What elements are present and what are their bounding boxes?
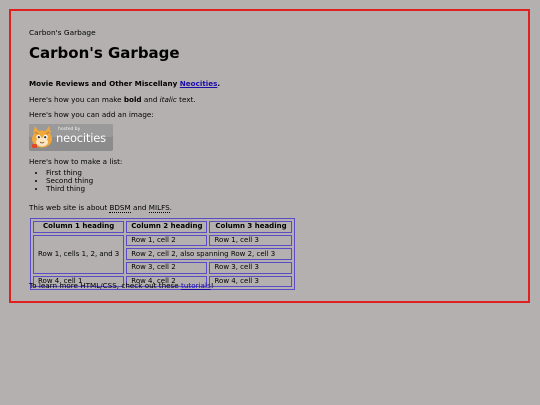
badge-text: hosted by neocities bbox=[56, 127, 106, 145]
about-end-text: . bbox=[169, 203, 172, 212]
table-header: Column 2 heading bbox=[126, 221, 208, 233]
learn-more-paragraph: To learn more HTML/CSS, check out these … bbox=[29, 281, 214, 290]
table-cell: Row 1, cell 3 bbox=[209, 234, 293, 247]
bold-italic-paragraph: Here's how you can make bold and italic … bbox=[29, 95, 196, 104]
table-header-row: Column 1 heading Column 2 heading Column… bbox=[33, 221, 293, 233]
abbr-milfs: MILFS bbox=[148, 203, 170, 213]
neocities-link[interactable]: Neocities bbox=[180, 79, 218, 88]
table-header: Column 3 heading bbox=[209, 221, 293, 233]
italic-word: italic bbox=[159, 95, 177, 104]
table-row: Row 1, cells 1, 2, and 3 Row 1, cell 2 R… bbox=[33, 234, 293, 274]
bold-and-text: and bbox=[141, 95, 160, 104]
image-intro-paragraph: Here's how you can add an image: bbox=[29, 110, 154, 119]
neocities-badge-image: hosted by neocities bbox=[29, 124, 113, 151]
tagline-text: Movie Reviews and Other Miscellany bbox=[29, 79, 180, 88]
bold-end-text: text. bbox=[176, 95, 196, 104]
list-intro-paragraph: Here's how to make a list: bbox=[29, 157, 123, 166]
tutorials-link[interactable]: tutorials bbox=[181, 281, 211, 290]
learn-end-text: ! bbox=[210, 281, 214, 290]
example-table: Column 1 heading Column 2 heading Column… bbox=[30, 218, 296, 291]
about-intro-text: This web site is about bbox=[29, 203, 110, 212]
table-cell: Row 4, cell 3 bbox=[209, 275, 293, 288]
table-cell: Row 1, cell 2 bbox=[126, 234, 208, 247]
bold-word: bold bbox=[123, 95, 142, 104]
table-cell: Row 3, cell 3 bbox=[209, 262, 293, 274]
page-frame: Carbon's Garbage Carbon's Garbage Movie … bbox=[9, 9, 530, 303]
about-and-text: and bbox=[130, 203, 149, 212]
about-paragraph: This web site is about BDSM and MILFS. bbox=[29, 203, 172, 213]
site-small-title: Carbon's Garbage bbox=[29, 28, 96, 37]
example-list: First thing Second thing Third thing bbox=[29, 168, 93, 194]
learn-intro-text: To learn more HTML/CSS, check out these bbox=[29, 281, 182, 290]
tagline: Movie Reviews and Other Miscellany Neoci… bbox=[29, 79, 220, 88]
list-item: Third thing bbox=[46, 185, 93, 193]
table-cell: Row 2, cell 2, also spanning Row 2, cell… bbox=[126, 248, 293, 261]
table-cell: Row 1, cells 1, 2, and 3 bbox=[33, 234, 125, 274]
abbr-bdsm: BDSM bbox=[109, 203, 131, 213]
bold-intro-text: Here's how you can make bbox=[29, 95, 124, 104]
page-title: Carbon's Garbage bbox=[29, 44, 180, 62]
tagline-end: . bbox=[217, 79, 221, 88]
table-cell: Row 3, cell 2 bbox=[126, 262, 208, 274]
badge-big-text: neocities bbox=[56, 130, 106, 145]
table-header: Column 1 heading bbox=[33, 221, 125, 233]
